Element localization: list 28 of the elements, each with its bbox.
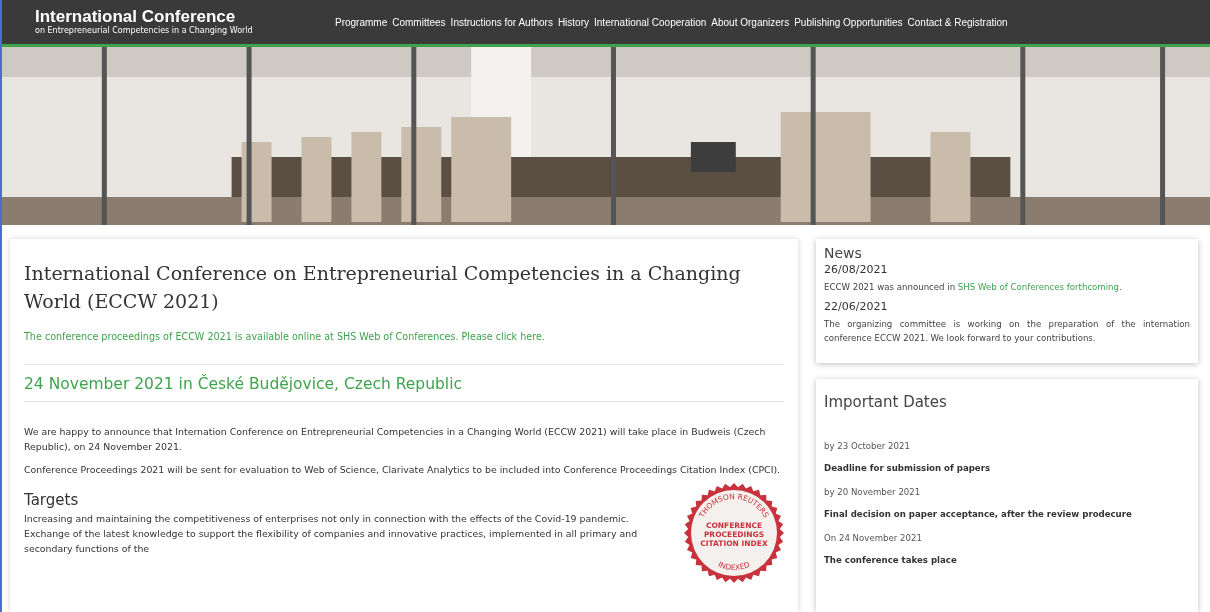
- body-paragraph: We are happy to announce that Internation Conference on Entrepreneurial Competencies in a Changing World (ECCW 2021) will take place in Budweis (Czech Republic), on 24 November 2021.: [24, 425, 767, 454]
- site-subtitle: on Entrepreneurial Competencies in a Changing World: [35, 26, 254, 36]
- section-heading: Targets: [24, 491, 79, 509]
- body-paragraph: Conference Proceedings 2021 will be sent for evaluation to Web of Science, Clarivate Analytics to be included into Conference Proceedings Citation Index (CPCI).: [24, 463, 782, 477]
- nav-link[interactable]: Publishing Opportunities: [794, 16, 903, 28]
- date-event: Final decision on paper acceptance, after the review prodecure: [824, 509, 1133, 519]
- nav-link[interactable]: Contact & Registration: [907, 16, 1008, 28]
- nav-link[interactable]: Programme: [335, 16, 388, 28]
- date-event: Deadline for submission of papers: [824, 463, 991, 473]
- nav-link[interactable]: Instructions for Authors: [450, 16, 553, 28]
- news-text: ECCW 2021 was announced in SHS Web of Conferences forthcoming.: [824, 281, 1123, 294]
- date-text: On 24 November 2021: [824, 533, 923, 543]
- date-place-heading: 24 November 2021 in České Budějovice, Czech Republic: [24, 375, 463, 393]
- nav-link[interactable]: International Cooperation: [594, 16, 707, 28]
- page-heading: International Conference on Entrepreneurial Competencies in a Changing World (ECCW 2021): [24, 261, 742, 314]
- news-text: The organizing committee is working on the preparation of the internation conference ECCW 2021. We look forward to your contributions.: [824, 318, 1190, 345]
- nav-link[interactable]: Committees: [392, 16, 446, 28]
- card-heading: Important Dates: [824, 393, 948, 411]
- nav-link[interactable]: History: [557, 16, 589, 28]
- nav-link[interactable]: About Organizers: [711, 16, 790, 28]
- date-event: The conference takes place: [824, 555, 958, 565]
- site-title[interactable]: International Conference: [35, 8, 335, 26]
- date-text: by 20 November 2021: [824, 487, 922, 497]
- body-paragraph: Increasing and maintaining the competitiveness of enterprises not only in connection with the effects of the Covid-19 pandemic. Exchange of the latest knowledge to support the flexibility of companies and innovative practices, implemented in all primary and secondary functions of the: [24, 512, 639, 556]
- date-text: by 23 October 2021: [824, 441, 911, 451]
- news-date: 26/08/2021: [824, 263, 889, 276]
- card-heading: News: [824, 245, 863, 261]
- news-date: 22/06/2021: [824, 300, 889, 313]
